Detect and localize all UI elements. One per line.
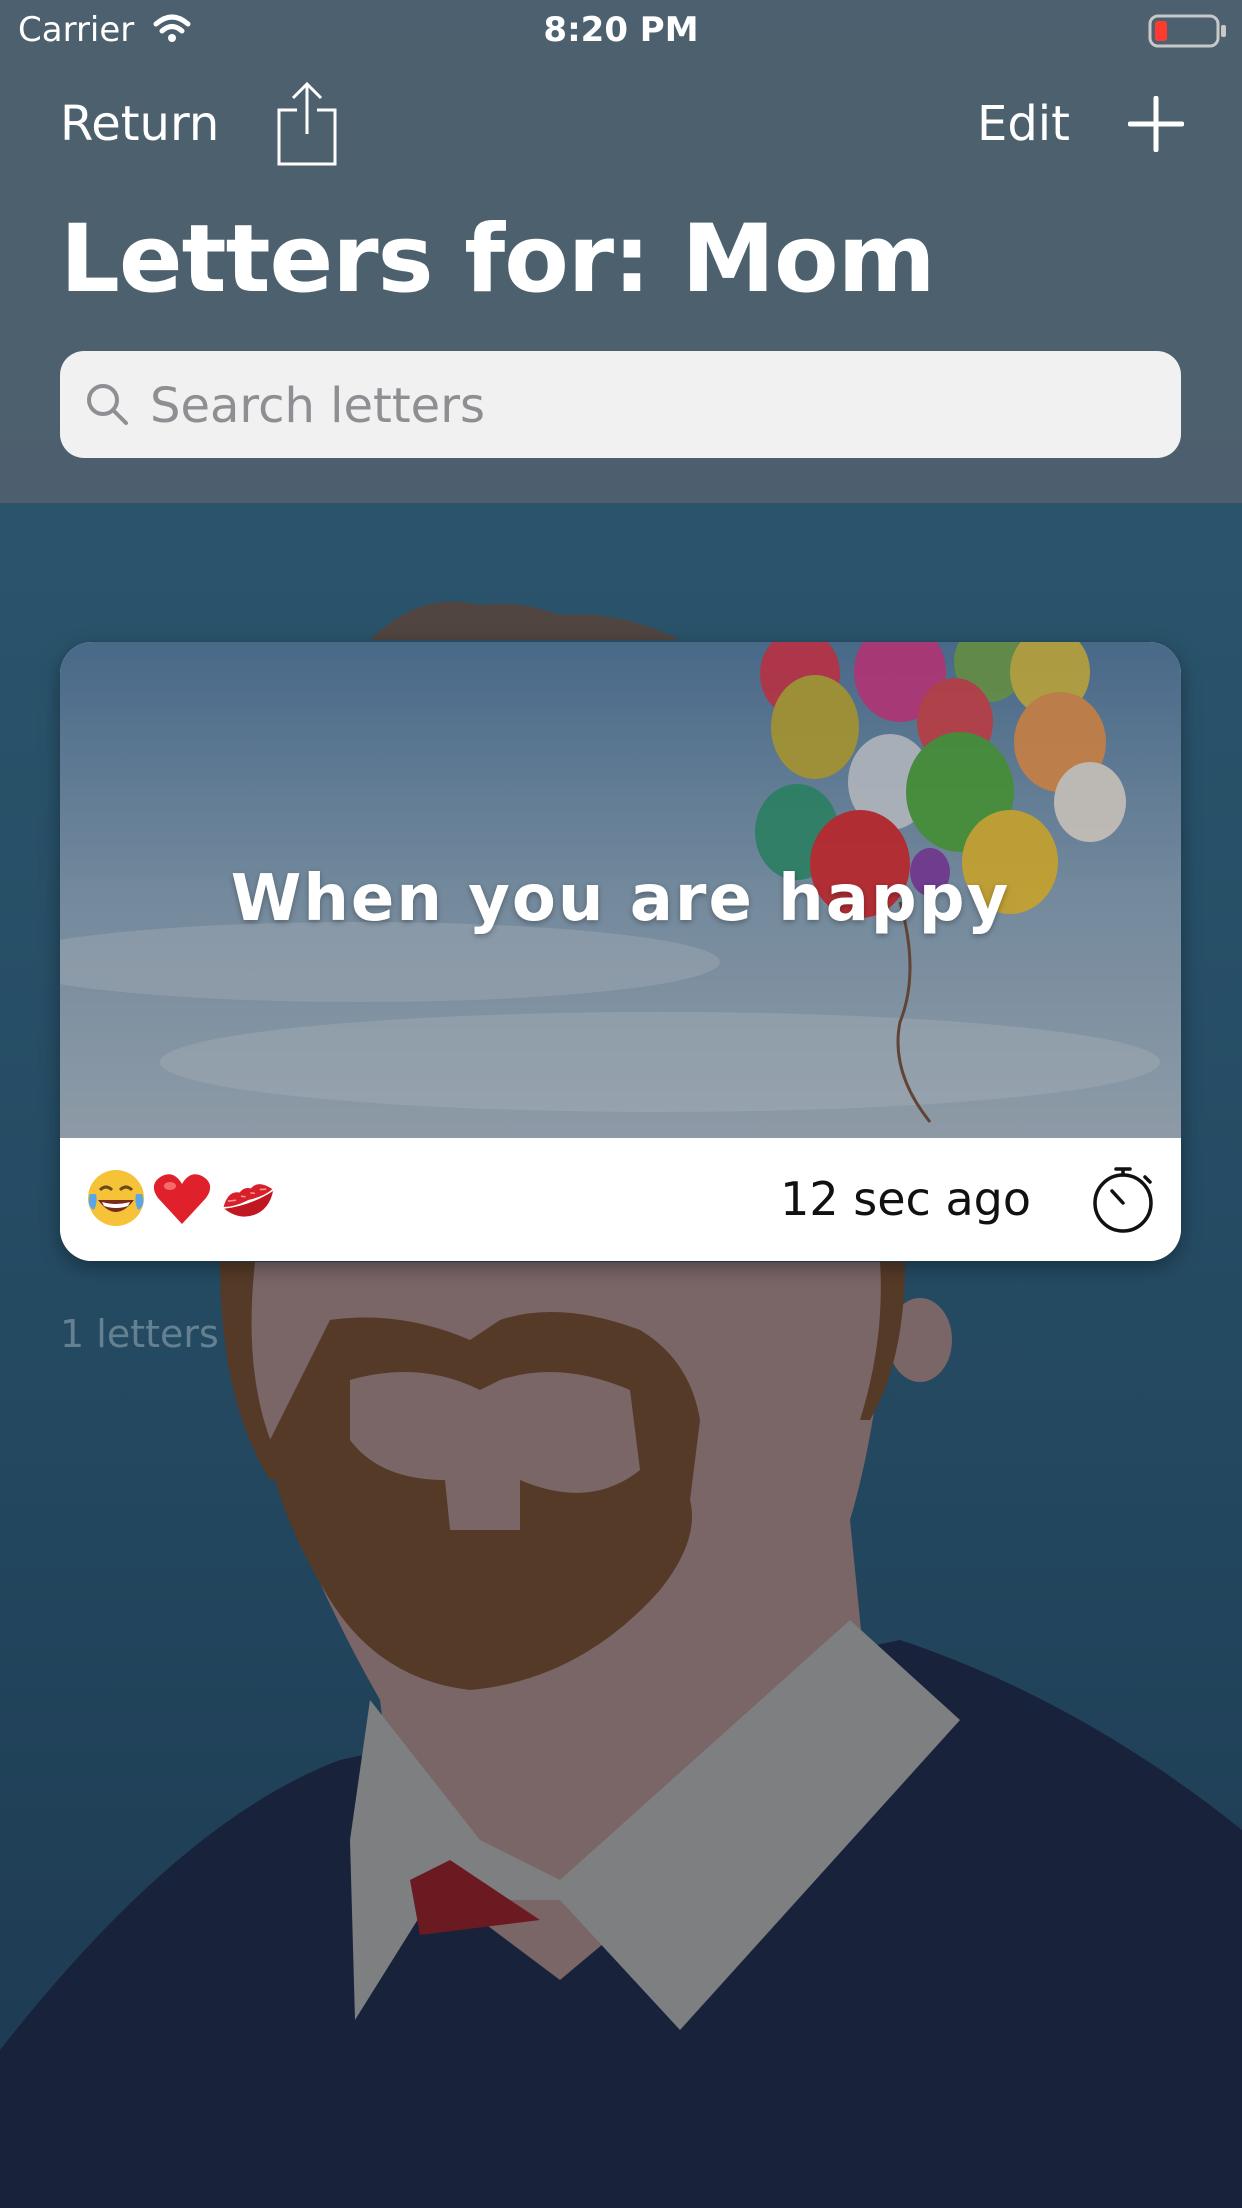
letter-card[interactable]: When you are happy 12 sec ago <box>60 642 1181 1261</box>
red-heart-icon <box>153 1174 211 1224</box>
letter-card-footer: 12 sec ago <box>60 1138 1181 1261</box>
search-field[interactable] <box>60 351 1181 460</box>
nav-bar: Return Edit <box>0 80 1242 170</box>
page-title: Letters for: Mom <box>60 205 936 314</box>
return-button[interactable]: Return <box>60 96 219 152</box>
add-icon[interactable] <box>1128 96 1184 152</box>
letter-timestamp: 12 sec ago <box>780 1172 1031 1226</box>
status-time: 8:20 PM <box>543 10 699 50</box>
letters-count-label: 1 letters <box>60 1312 219 1356</box>
kiss-mark-icon <box>223 1184 274 1217</box>
status-bar: Carrier 8:20 PM <box>0 0 1242 62</box>
edit-button[interactable]: Edit <box>977 96 1070 152</box>
stopwatch-icon[interactable] <box>1090 1163 1156 1235</box>
share-icon[interactable] <box>275 80 339 168</box>
navigation-header: Carrier 8:20 PM Return Edit Letters for:… <box>0 0 1242 504</box>
search-input[interactable] <box>148 351 1152 460</box>
face-with-tears-of-joy-icon <box>88 1170 144 1226</box>
search-icon <box>87 384 128 425</box>
letter-title: When you are happy <box>230 862 1011 936</box>
battery-icon <box>1148 14 1226 48</box>
